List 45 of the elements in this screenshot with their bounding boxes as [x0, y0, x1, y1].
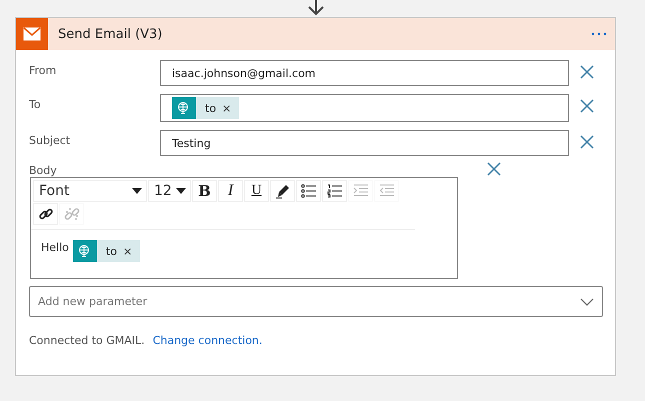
bulleted-list-icon [300, 184, 316, 198]
rich-text-editor[interactable]: Font 12 B I U Hello to × [30, 177, 458, 279]
bold-button[interactable]: B [192, 180, 217, 202]
token-chip[interactable]: to × [172, 97, 240, 119]
close-icon[interactable] [580, 135, 594, 149]
field-label: Subject [29, 133, 72, 147]
indent-icon [352, 184, 368, 198]
font-size-dropdown[interactable]: 12 [148, 180, 191, 202]
underline-button[interactable]: U [244, 180, 269, 202]
pen-icon [274, 183, 290, 199]
field-label: To [29, 97, 42, 111]
add-parameter-dropdown[interactable]: Add new parameter [29, 286, 603, 317]
remove-token-button[interactable]: × [222, 102, 232, 114]
remove-token-button[interactable]: × [122, 244, 132, 258]
close-icon[interactable] [580, 99, 594, 113]
close-icon[interactable] [580, 65, 594, 79]
font-dropdown[interactable]: Font [33, 180, 147, 202]
globe-icon [78, 244, 92, 258]
token-field[interactable]: to × [160, 94, 569, 122]
more-icon[interactable] [591, 32, 607, 36]
token-label: to [106, 244, 117, 258]
down-arrow-icon [307, 0, 325, 16]
italic-button[interactable]: I [218, 180, 243, 202]
envelope-icon [23, 27, 41, 41]
change-connection-link[interactable]: Change connection. [152, 334, 262, 347]
link-icon [38, 206, 54, 222]
field-label: Body [29, 164, 58, 177]
text-field[interactable]: isaac.johnson@gmail.com [160, 60, 569, 86]
numbers-button[interactable] [322, 180, 347, 202]
color-button[interactable] [270, 180, 295, 202]
numbered-list-icon [326, 184, 342, 198]
text-field[interactable]: Testing [160, 130, 569, 156]
card-title: Send Email (V3) [58, 26, 164, 42]
body-text: Hello [41, 240, 69, 254]
field-label: From [29, 63, 58, 77]
close-icon[interactable] [487, 162, 501, 176]
globe-icon [177, 101, 191, 115]
link-button[interactable] [33, 203, 58, 225]
token-chip[interactable]: to × [72, 240, 140, 262]
unlink-icon [64, 206, 80, 222]
connection-text: Connected to GMAIL. [29, 334, 145, 347]
token-label: to [205, 102, 216, 114]
chevron-down-icon [580, 298, 594, 306]
bullets-button[interactable] [296, 180, 321, 202]
outdent-icon [378, 184, 394, 198]
